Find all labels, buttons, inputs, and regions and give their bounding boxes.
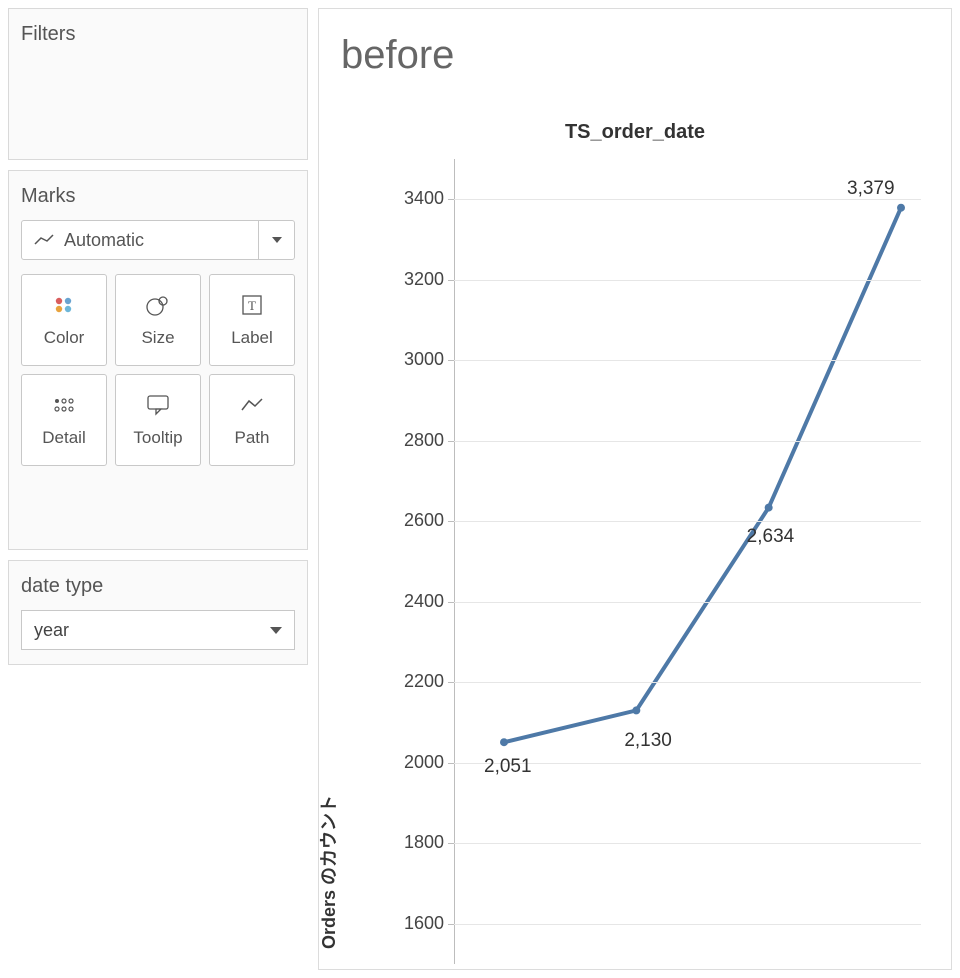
y-axis-title: Orders のカウント (318, 795, 341, 949)
data-label: 2,051 (484, 756, 532, 778)
path-button[interactable]: Path (209, 374, 295, 466)
line-icon (34, 234, 54, 246)
y-tick-label: 2800 (374, 430, 444, 451)
tooltip-icon (144, 392, 172, 418)
mark-type-select[interactable]: Automatic (21, 220, 295, 260)
gridline (454, 360, 921, 361)
date-type-value: year (34, 620, 69, 641)
label-icon: T (238, 292, 266, 318)
y-tick (448, 360, 454, 361)
gridline (454, 441, 921, 442)
mark-type-label: Automatic (64, 230, 144, 251)
date-type-panel: date type year (8, 560, 308, 665)
y-tick (448, 682, 454, 683)
y-tick-label: 1800 (374, 832, 444, 853)
y-tick-label: 1600 (374, 913, 444, 934)
filters-title: Filters (21, 23, 295, 46)
sidebar: Filters Marks Automatic (0, 0, 316, 978)
color-label: Color (44, 328, 85, 348)
detail-button[interactable]: Detail (21, 374, 107, 466)
size-icon (144, 292, 172, 318)
y-tick-label: 2000 (374, 752, 444, 773)
gridline (454, 521, 921, 522)
chart-title: before (341, 33, 454, 78)
label-button[interactable]: T Label (209, 274, 295, 366)
data-label: 3,379 (847, 178, 895, 200)
chevron-down-icon (272, 237, 282, 243)
y-tick (448, 924, 454, 925)
gridline (454, 843, 921, 844)
color-icon (50, 292, 78, 318)
data-point[interactable] (632, 706, 640, 714)
y-tick (448, 280, 454, 281)
chevron-down-icon (270, 627, 282, 634)
y-tick (448, 199, 454, 200)
detail-label: Detail (42, 428, 85, 448)
plot-canvas[interactable]: 1600 1800 2000 2200 2400 2600 2800 3000 3200 3400… (374, 149, 941, 969)
detail-icon (50, 392, 78, 418)
date-type-select[interactable]: year (21, 610, 295, 650)
chart-line (374, 149, 941, 969)
y-tick-label: 2400 (374, 591, 444, 612)
y-tick (448, 521, 454, 522)
gridline (454, 602, 921, 603)
y-tick (448, 843, 454, 844)
gridline (454, 682, 921, 683)
label-label: Label (231, 328, 273, 348)
data-point[interactable] (897, 204, 905, 212)
marks-panel: Marks Automatic (8, 170, 308, 550)
svg-text:T: T (248, 298, 256, 313)
data-label: 2,634 (747, 526, 795, 548)
mark-type-dropdown-button[interactable] (258, 221, 294, 259)
size-button[interactable]: Size (115, 274, 201, 366)
data-point[interactable] (500, 738, 508, 746)
gridline (454, 924, 921, 925)
tooltip-button[interactable]: Tooltip (115, 374, 201, 466)
path-label: Path (235, 428, 270, 448)
y-tick (448, 763, 454, 764)
tooltip-label: Tooltip (133, 428, 182, 448)
chart-subtitle: TS_order_date (565, 121, 705, 144)
size-label: Size (141, 328, 174, 348)
gridline (454, 280, 921, 281)
y-tick (448, 441, 454, 442)
date-type-title: date type (21, 575, 295, 598)
marks-title: Marks (21, 185, 295, 208)
y-tick-label: 3200 (374, 269, 444, 290)
color-button[interactable]: Color (21, 274, 107, 366)
y-tick-label: 2600 (374, 510, 444, 531)
data-label: 2,130 (624, 730, 672, 752)
y-tick-label: 3000 (374, 349, 444, 370)
y-tick (448, 602, 454, 603)
y-tick-label: 2200 (374, 671, 444, 692)
filters-panel[interactable]: Filters (8, 8, 308, 160)
chart-area: before TS_order_date Orders のカウント 1600 18… (318, 8, 952, 970)
path-icon (238, 392, 266, 418)
mark-type-main[interactable]: Automatic (22, 221, 258, 259)
y-tick-label: 3400 (374, 188, 444, 209)
data-point[interactable] (765, 504, 773, 512)
